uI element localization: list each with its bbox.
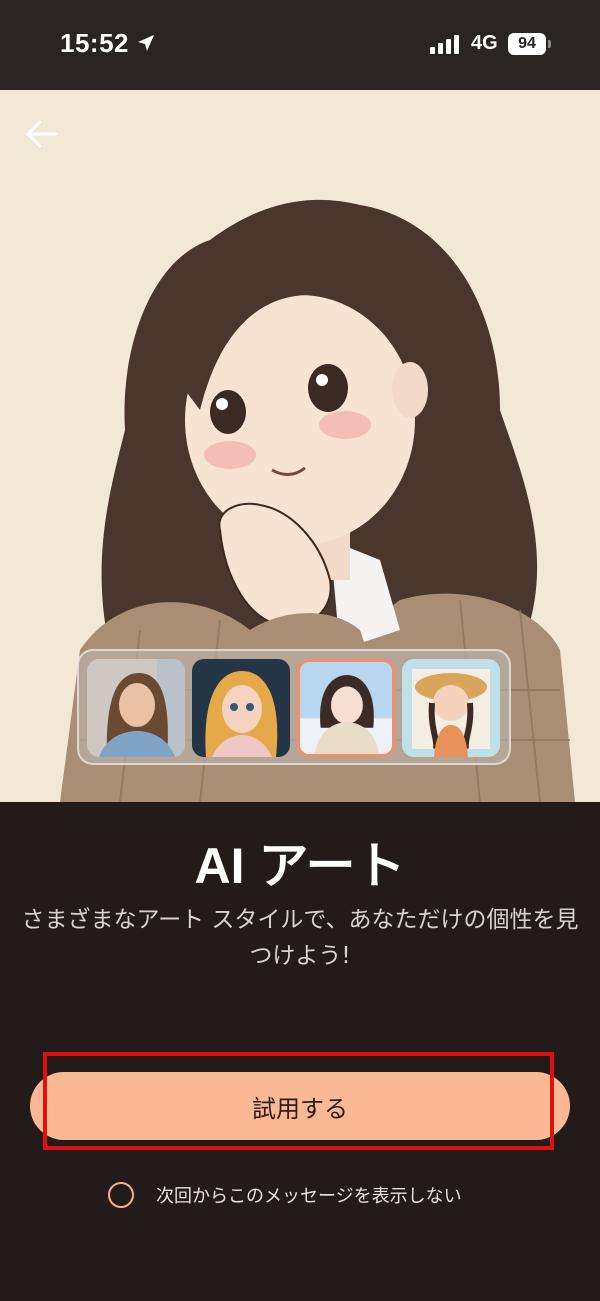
radio-button[interactable]: [108, 1182, 134, 1208]
page-title: AI アート: [194, 838, 406, 894]
battery-nub: [548, 40, 551, 48]
battery-icon: 94: [508, 33, 546, 55]
style-thumbnail-realistic[interactable]: [87, 659, 185, 757]
network-type: 4G: [471, 32, 498, 54]
status-bar: 15:52 4G 94: [0, 0, 600, 90]
page-description: さまざまなアート スタイルで、あなただけの個性を見つけよう!: [21, 907, 579, 969]
fairytale-portrait-image: [192, 659, 290, 757]
style-thumbnail-fairytale[interactable]: [192, 659, 290, 757]
hero-illustration: [0, 90, 600, 802]
status-time: 15:52: [60, 28, 129, 58]
style-thumbnail-winter-anime[interactable]: [297, 659, 395, 757]
ai-art-intro-screen: 15:52 4G 94 AI アート さまざまなアート スタイルで、あなただけの…: [0, 0, 600, 1301]
back-arrow-icon[interactable]: [22, 114, 62, 154]
style-thumbnail-chibi[interactable]: [402, 659, 500, 757]
dont-show-again-label: 次回からこのメッセージを表示しない: [156, 1186, 462, 1207]
highlight-box: [43, 1052, 554, 1150]
battery-level: 94: [518, 35, 536, 52]
style-thumbnail-strip: [77, 649, 511, 765]
dont-show-again-option[interactable]: 次回からこのメッセージを表示しない: [108, 1180, 462, 1210]
signal-bars-icon: [430, 35, 459, 54]
location-arrow-icon: [138, 35, 154, 51]
winter-anime-portrait-image: [300, 662, 392, 754]
chibi-straw-hat-portrait-image: [402, 659, 500, 757]
realistic-portrait-image: [87, 659, 185, 757]
